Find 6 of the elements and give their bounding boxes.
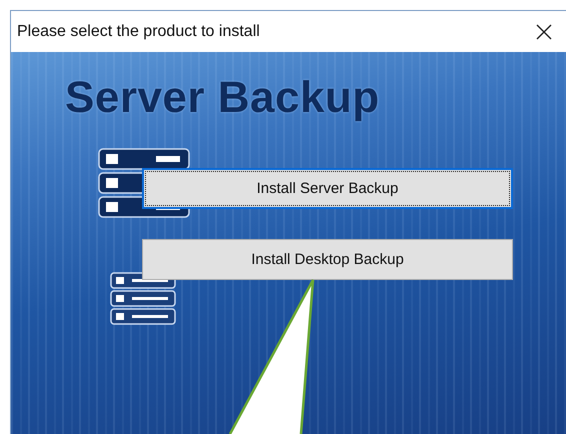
product-heading: Server Backup [65, 76, 381, 120]
server-list-drawing [110, 272, 176, 328]
close-icon [536, 24, 552, 40]
install-button[interactable]: Install Server Backup [142, 168, 513, 209]
install-button[interactable]: Install Desktop Backup [142, 239, 513, 280]
window-title: Please select the product to install [17, 22, 260, 40]
